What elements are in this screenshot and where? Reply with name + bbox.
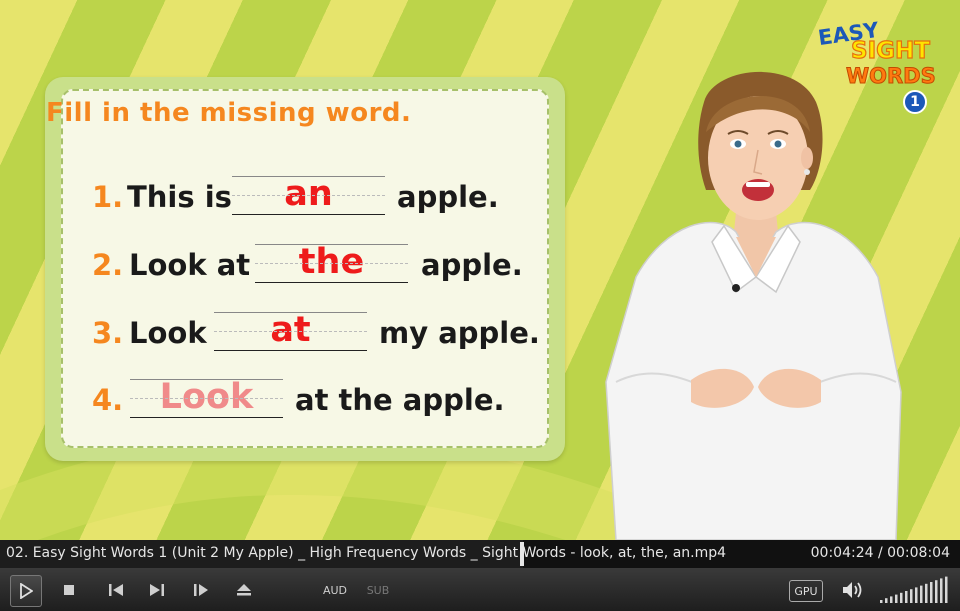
volume-level-bar (900, 592, 903, 603)
question-number: 3. (92, 316, 124, 350)
answer-blank: Look (130, 377, 283, 418)
audio-track-button[interactable]: AUD (322, 582, 348, 598)
answer-blank: an (232, 174, 385, 215)
video-frame[interactable]: Fill in the missing word. 1. This is an … (0, 0, 960, 540)
volume-level-bar (895, 594, 898, 603)
answer-word: at (270, 310, 311, 350)
volume-level-bar (915, 587, 918, 603)
volume-level-bar (930, 582, 933, 603)
player-time-display: 00:04:24 / 00:08:04 (810, 545, 950, 561)
volume-level-bar (890, 596, 893, 603)
question-number: 2. (92, 248, 124, 282)
volume-level-bar (905, 591, 908, 603)
question-before-text: This is (127, 180, 232, 214)
previous-button[interactable] (106, 576, 126, 604)
volume-level-bar (940, 578, 943, 603)
subtitle-button[interactable]: SUB (366, 582, 390, 598)
next-button[interactable] (147, 576, 167, 604)
logo-sight-text: SIGHT (850, 37, 930, 64)
question-number: 1. (92, 180, 124, 214)
question-before-text: Look at (129, 248, 251, 282)
previous-icon (109, 584, 123, 596)
volume-level-bar (885, 598, 888, 603)
frame-step-icon (194, 584, 208, 596)
exercise-instruction: Fill in the missing word. (46, 98, 412, 128)
question-after-text: apple. (397, 180, 499, 214)
stop-button[interactable] (60, 576, 78, 604)
question-after-text: apple. (421, 248, 523, 282)
answer-word: the (298, 242, 365, 282)
volume-level-bar (920, 585, 923, 603)
answer-blank: at (214, 310, 367, 351)
gpu-button[interactable]: GPU (789, 580, 823, 602)
question-after-text: my apple. (379, 316, 540, 350)
volume-level-bar (945, 576, 948, 603)
player-file-title: 02. Easy Sight Words 1 (Unit 2 My Apple)… (6, 545, 727, 561)
volume-level-bar (935, 580, 938, 603)
speaker-icon (843, 582, 862, 598)
question-before-text: Look (129, 316, 207, 350)
frame-step-button[interactable] (191, 576, 211, 604)
volume-level-bar (910, 589, 913, 603)
play-button[interactable] (10, 575, 42, 607)
volume-level-bar (880, 600, 883, 603)
volume-level-bar (925, 583, 928, 603)
play-icon (20, 583, 33, 599)
volume-slider[interactable] (878, 575, 950, 605)
stop-icon (64, 585, 74, 595)
answer-blank: the (255, 242, 408, 283)
eject-button[interactable] (234, 576, 254, 604)
question-number: 4. (92, 383, 124, 417)
answer-word: Look (159, 377, 254, 417)
eject-icon (237, 584, 251, 596)
presenter-image (605, 71, 902, 540)
next-icon (150, 584, 164, 596)
answer-word: an (284, 174, 333, 214)
question-after-text: at the apple. (295, 383, 505, 417)
volume-button[interactable] (840, 576, 866, 604)
